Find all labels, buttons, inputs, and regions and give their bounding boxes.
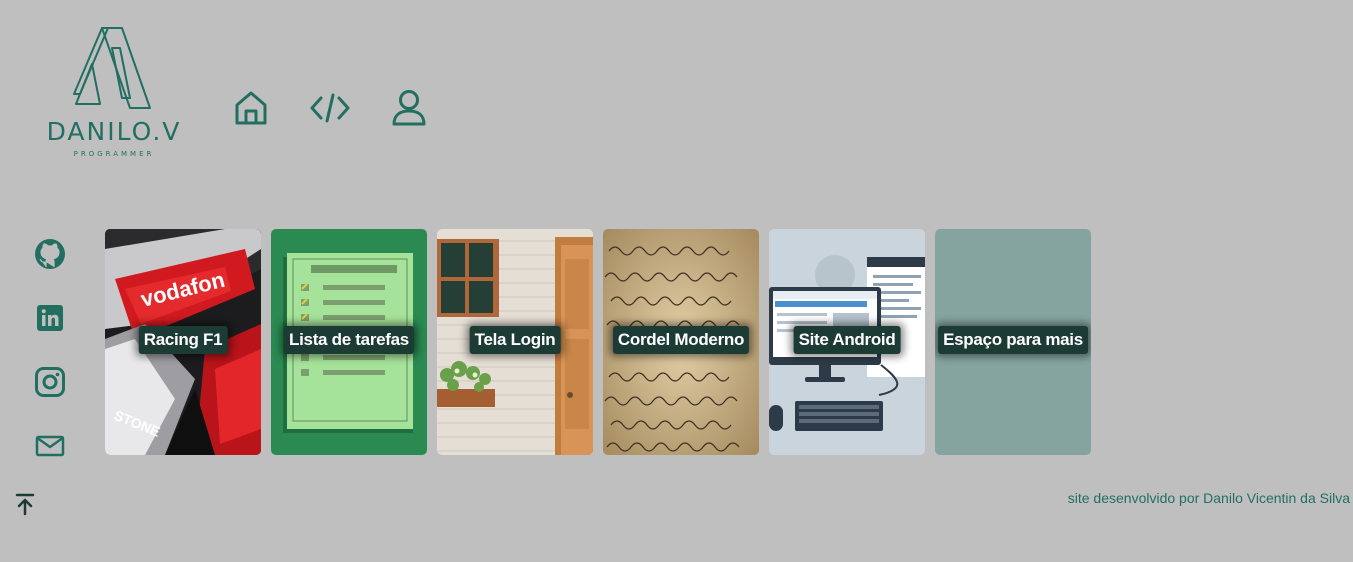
portfolio-page: DANILO.V PROGRAMMER vodafon STONE Racing…	[0, 0, 1353, 562]
project-label: Site Android	[793, 326, 901, 354]
linkedin-link[interactable]	[30, 298, 70, 338]
nav-about-button[interactable]	[389, 88, 429, 128]
nav-home-button[interactable]	[231, 88, 271, 128]
back-to-top-button[interactable]	[12, 491, 38, 517]
user-icon	[392, 90, 426, 126]
project-card-cordel-moderno[interactable]: Cordel Moderno	[603, 229, 759, 455]
nav-projects-button[interactable]	[310, 88, 350, 128]
github-link[interactable]	[30, 234, 70, 274]
arrow-up-to-line-icon	[15, 493, 35, 516]
instagram-link[interactable]	[30, 362, 70, 402]
logo-mark-icon	[73, 27, 151, 109]
project-card-tela-login[interactable]: Tela Login	[437, 229, 593, 455]
project-card-espaco-para-mais[interactable]: Espaço para mais	[935, 229, 1091, 455]
project-label: Racing F1	[138, 326, 228, 354]
footer-credit: site desenvolvido por Danilo Vicentin da…	[1067, 490, 1350, 506]
home-icon	[235, 91, 267, 125]
project-card-lista-de-tarefas[interactable]: Lista de tarefas	[271, 229, 427, 455]
project-label: Espaço para mais	[938, 326, 1088, 354]
project-label: Lista de tarefas	[284, 326, 414, 354]
linkedin-icon	[37, 305, 63, 331]
project-card-racing-f1[interactable]: vodafon STONE Racing F1	[105, 229, 261, 455]
logo[interactable]: DANILO.V PROGRAMMER	[46, 26, 182, 162]
project-label: Tela Login	[469, 326, 561, 354]
instagram-icon	[35, 367, 65, 397]
project-label: Cordel Moderno	[612, 326, 750, 354]
mail-icon	[35, 435, 65, 457]
logo-name: DANILO.V	[46, 117, 182, 146]
github-icon	[35, 239, 65, 269]
project-card-site-android[interactable]: Site Android	[769, 229, 925, 455]
logo-subtitle: PROGRAMMER	[73, 150, 155, 158]
code-icon	[310, 93, 350, 123]
email-link[interactable]	[30, 426, 70, 466]
